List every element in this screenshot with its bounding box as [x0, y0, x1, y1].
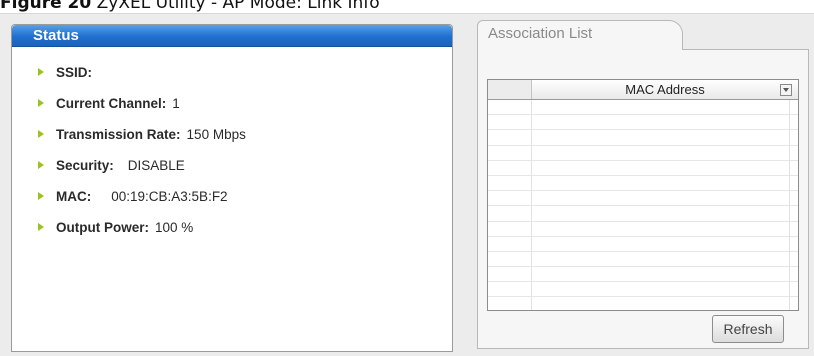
- status-row-ssid: SSID:: [38, 62, 98, 82]
- tab-association-list[interactable]: Association List: [477, 20, 683, 50]
- table-row[interactable]: [488, 115, 798, 131]
- bullet-arrow-icon: [38, 68, 44, 76]
- bullet-arrow-icon: [38, 99, 44, 107]
- filter-dropdown-icon[interactable]: [780, 84, 792, 96]
- power-value: 100 %: [155, 219, 194, 235]
- table-row[interactable]: [488, 191, 798, 207]
- table-row[interactable]: [488, 175, 798, 192]
- bullet-arrow-icon: [38, 192, 44, 200]
- ssid-label: SSID:: [56, 64, 93, 80]
- rate-label: Transmission Rate:: [56, 126, 181, 142]
- table-row[interactable]: [488, 251, 798, 268]
- mac-address-table[interactable]: MAC Address: [487, 79, 799, 311]
- security-value: DISABLE: [127, 157, 185, 173]
- status-panel: Status SSID: Current Channel: 1 Transmis…: [11, 24, 453, 352]
- mac-value: 00:19:CB:A3:5B:F2: [111, 188, 228, 204]
- association-list-panel: MAC Address Refresh: [477, 49, 809, 349]
- table-row[interactable]: [488, 160, 798, 176]
- table-row[interactable]: [488, 267, 798, 283]
- mac-label: MAC:: [56, 188, 92, 204]
- table-row[interactable]: [488, 221, 798, 237]
- mac-address-header-label: MAC Address: [625, 82, 705, 97]
- figure-title: ZyXEL Utility - AP Mode: Link Info: [96, 0, 380, 13]
- figure-caption: Figure 20 ZyXEL Utility - AP Mode: Link …: [0, 0, 814, 13]
- table-header: MAC Address: [488, 80, 798, 100]
- bullet-arrow-icon: [38, 161, 44, 169]
- utility-window: Status SSID: Current Channel: 1 Transmis…: [0, 13, 814, 356]
- security-label: Security:: [56, 157, 114, 173]
- index-column-header: [488, 80, 532, 99]
- power-label: Output Power:: [56, 219, 149, 235]
- status-title: Status: [12, 25, 452, 47]
- table-row[interactable]: [488, 297, 798, 310]
- status-row-channel: Current Channel: 1: [38, 93, 180, 113]
- status-row-rate: Transmission Rate: 150 Mbps: [38, 124, 246, 144]
- table-row[interactable]: [488, 236, 798, 252]
- table-row[interactable]: [488, 145, 798, 161]
- status-row-security: Security: DISABLE: [38, 155, 185, 175]
- status-row-mac: MAC: 00:19:CB:A3:5B:F2: [38, 186, 228, 206]
- rate-value: 150 Mbps: [186, 126, 246, 142]
- figure-number: Figure 20: [0, 0, 92, 13]
- table-row[interactable]: [488, 282, 798, 298]
- refresh-button[interactable]: Refresh: [712, 315, 784, 343]
- table-row[interactable]: [488, 100, 798, 116]
- status-row-power: Output Power: 100 %: [38, 217, 193, 237]
- bullet-arrow-icon: [38, 223, 44, 231]
- channel-label: Current Channel:: [56, 95, 167, 111]
- channel-value: 1: [172, 95, 180, 111]
- bullet-arrow-icon: [38, 130, 44, 138]
- table-row[interactable]: [488, 206, 798, 222]
- table-row[interactable]: [488, 130, 798, 146]
- mac-address-column-header[interactable]: MAC Address: [532, 80, 798, 99]
